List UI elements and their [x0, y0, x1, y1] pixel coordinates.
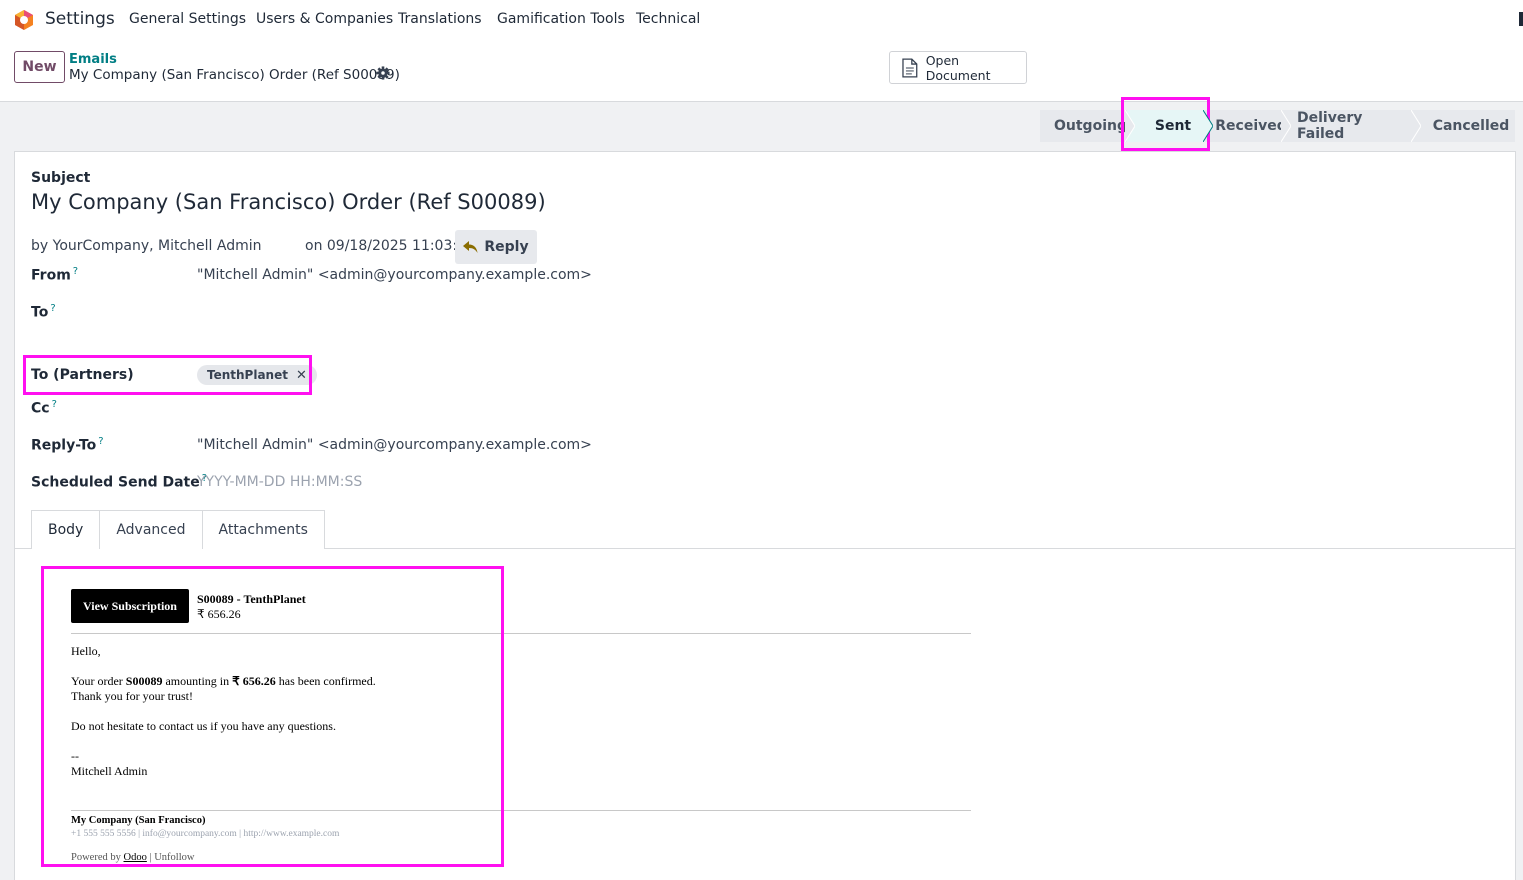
- notebook-tabs: Body Advanced Attachments: [31, 510, 325, 549]
- date-text: on 09/18/2025 11:03:54: [305, 238, 475, 254]
- tab-body[interactable]: Body: [31, 510, 101, 549]
- stage-label: Outgoing: [1054, 118, 1127, 134]
- to-label: To?: [31, 303, 56, 321]
- reply-to-label: Reply-To?: [31, 436, 104, 454]
- help-icon[interactable]: ?: [98, 436, 103, 447]
- menu-general-settings[interactable]: General Settings: [129, 11, 246, 27]
- cc-label-text: Cc: [31, 400, 50, 417]
- stage-arrow-icon: [1125, 110, 1135, 142]
- new-button[interactable]: New: [14, 51, 65, 83]
- help-icon[interactable]: ?: [50, 303, 55, 314]
- from-field[interactable]: "Mitchell Admin" <admin@yourcompany.exam…: [197, 267, 592, 283]
- stage-label: Delivery Failed: [1297, 110, 1363, 142]
- menu-technical[interactable]: Technical: [636, 11, 700, 27]
- breadcrumb-emails[interactable]: Emails: [69, 52, 117, 67]
- subject-value: My Company (San Francisco) Order (Ref S0…: [31, 190, 546, 214]
- help-icon[interactable]: ?: [73, 266, 78, 277]
- stage-label: Cancelled: [1432, 118, 1510, 134]
- reply-label: Reply: [484, 239, 529, 255]
- app-name[interactable]: Settings: [45, 9, 115, 29]
- stage-cancelled[interactable]: Cancelled: [1413, 110, 1515, 142]
- reply-to-field[interactable]: "Mitchell Admin" <admin@yourcompany.exam…: [197, 437, 592, 453]
- breadcrumb-current: My Company (San Francisco) Order (Ref S0…: [69, 67, 400, 83]
- from-label: From?: [31, 266, 78, 284]
- scheduled-date-label-text: Scheduled Send Date: [31, 474, 200, 491]
- control-panel: New Emails My Company (San Francisco) Or…: [0, 40, 1523, 102]
- reply-button[interactable]: Reply: [455, 230, 537, 264]
- stage-arrow-icon: [1281, 110, 1291, 142]
- subject-label: Subject: [31, 170, 91, 186]
- top-navbar: Settings General Settings Users & Compan…: [0, 0, 1523, 40]
- author-text: by YourCompany, Mitchell Admin: [31, 238, 262, 254]
- status-bar: Outgoing Sent Received Delivery Failed C…: [1040, 110, 1515, 142]
- stage-arrow-icon: [1203, 110, 1213, 142]
- menu-translations[interactable]: Translations: [398, 11, 482, 27]
- document-icon: [902, 58, 918, 77]
- stage-arrow-icon: [1411, 110, 1421, 142]
- highlight-box-partners: [23, 355, 312, 395]
- odoo-app-icon[interactable]: [13, 9, 35, 31]
- open-document-label: Open Document: [925, 52, 991, 83]
- stage-outgoing[interactable]: Outgoing: [1040, 110, 1135, 142]
- highlight-box-email-body: [41, 566, 504, 867]
- menu-gamification-tools[interactable]: Gamification Tools: [497, 11, 625, 27]
- debug-icon[interactable]: [1519, 12, 1523, 26]
- stage-received[interactable]: Received: [1205, 110, 1291, 142]
- reply-icon: [463, 241, 478, 253]
- scheduled-date-label: Scheduled Send Date?: [31, 473, 207, 491]
- scheduled-date-input[interactable]: YYYY-MM-DD HH:MM:SS: [197, 474, 362, 490]
- open-document-button[interactable]: Open Document: [889, 51, 1027, 84]
- to-label-text: To: [31, 304, 49, 321]
- cc-label: Cc?: [31, 399, 57, 417]
- tab-attachments[interactable]: Attachments: [202, 510, 325, 549]
- gear-icon[interactable]: [376, 66, 390, 80]
- help-icon[interactable]: ?: [52, 399, 57, 410]
- tab-advanced[interactable]: Advanced: [100, 510, 203, 549]
- reply-to-label-text: Reply-To: [31, 437, 97, 454]
- from-label-text: From: [31, 267, 71, 284]
- stage-label: Received: [1215, 118, 1287, 134]
- stage-delivery-failed[interactable]: Delivery Failed: [1283, 110, 1421, 142]
- menu-users-companies[interactable]: Users & Companies: [256, 11, 393, 27]
